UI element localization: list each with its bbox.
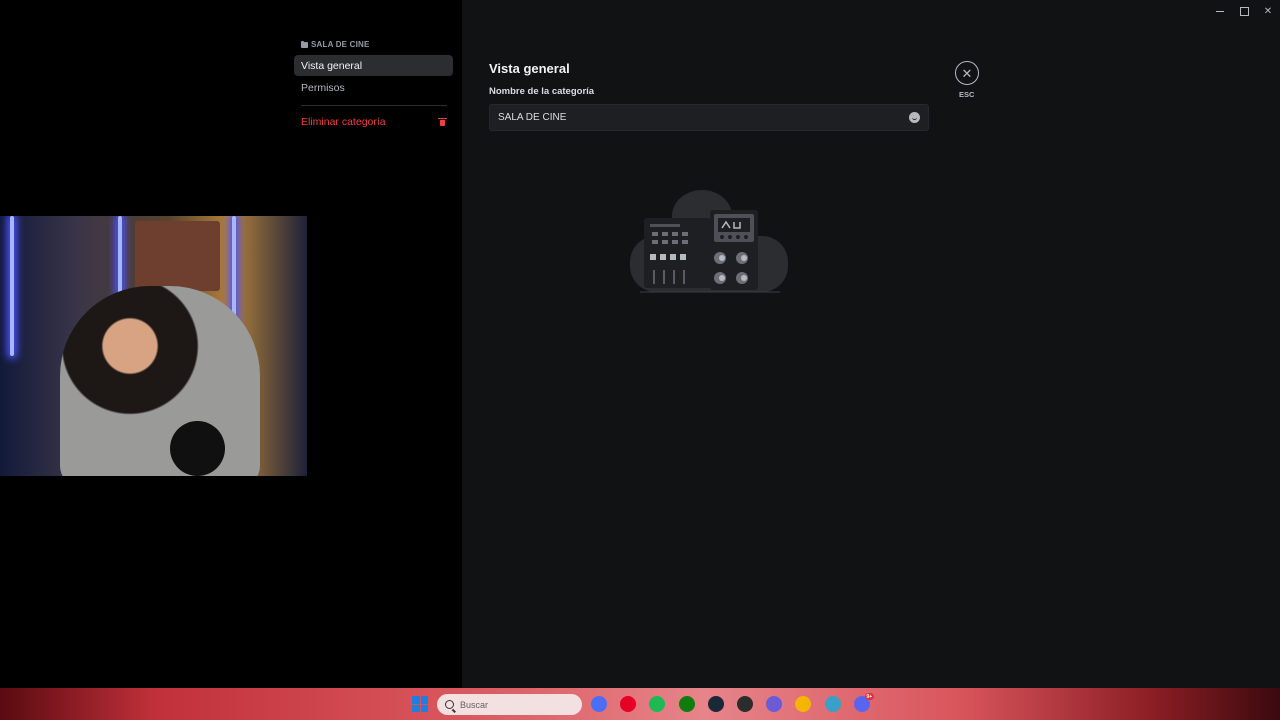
page-title: Vista general [489,61,570,76]
sidebar-item-overview[interactable]: Vista general [294,55,453,76]
delete-category-button[interactable]: Eliminar categoría [294,111,453,132]
trash-icon [438,117,447,126]
close-button[interactable]: ✕ [955,61,979,85]
close-hint: ESC [959,90,975,99]
windows-logo-tile [420,696,428,704]
close-icon: ✕ [1263,5,1273,17]
close-window-button[interactable]: ✕ [1256,0,1280,22]
taskbar: Buscar 9+ [0,688,1280,720]
category-name-input[interactable]: SALA DE CINE [489,104,929,131]
start-button[interactable] [412,696,428,712]
windows-logo-tile [412,704,420,712]
sidebar-item-permissions[interactable]: Permisos [294,77,453,98]
search-placeholder: Buscar [460,699,489,710]
minimize-button[interactable] [1208,0,1232,22]
soundboard-illustration [630,190,788,293]
steam-icon[interactable] [707,696,724,712]
window-controls: ✕ [1208,0,1280,22]
pinterest-icon[interactable] [620,696,637,712]
search-icon [445,700,454,709]
taskbar-search[interactable]: Buscar [437,694,582,715]
sidebar-item-label: Permisos [301,81,345,94]
settings-icon[interactable] [766,696,783,712]
vpn-icon[interactable] [737,696,753,712]
notification-badge: 9+ [864,693,874,700]
sidebar-item-label: Vista general [301,59,363,72]
streamer [60,286,260,476]
close-icon: ✕ [961,65,973,81]
windows-logo-tile [420,704,428,712]
sidebar-category-header: SALA DE CINE [301,40,370,49]
maximize-button[interactable] [1232,0,1256,22]
windows-logo-tile [412,696,420,704]
emoji-picker-icon[interactable] [909,112,920,123]
edge-icon[interactable] [824,696,841,712]
microphone [170,421,225,476]
sidebar-divider [301,105,447,106]
category-name-label: Nombre de la categoría [489,86,595,97]
chrome-icon[interactable] [795,696,812,712]
neon-light [10,216,14,356]
folder-icon [301,40,308,48]
category-name: SALA DE CINE [311,40,370,49]
delete-category-label: Eliminar categoría [301,115,386,128]
settings-content: Vista general Nombre de la categoría SAL… [462,0,1280,688]
webcam-overlay [0,216,307,476]
roblox-icon[interactable] [591,696,607,712]
spotify-icon[interactable] [649,696,666,712]
xbox-icon[interactable] [678,696,695,712]
shelf [135,221,220,291]
category-name-value[interactable]: SALA DE CINE [498,112,909,123]
discord-icon[interactable]: 9+ [853,693,874,712]
